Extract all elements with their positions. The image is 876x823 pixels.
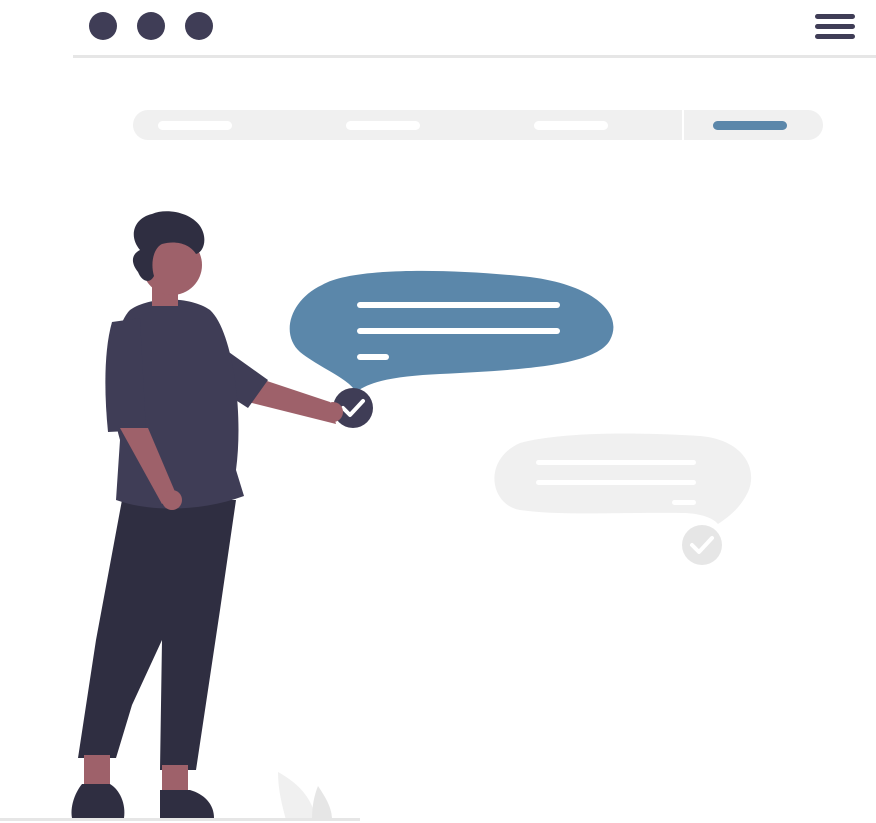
message-line-3 — [357, 354, 389, 360]
window-dot-2[interactable] — [137, 12, 165, 40]
illustration-canvas — [0, 0, 876, 823]
faded-line-3 — [672, 500, 696, 505]
nav-tab-3[interactable] — [534, 121, 608, 130]
nav-tab-1[interactable] — [158, 121, 232, 130]
window-controls — [89, 12, 213, 40]
faded-line-2 — [536, 480, 696, 485]
nav-tab-2[interactable] — [346, 121, 420, 130]
header-divider — [73, 55, 876, 58]
ground-line — [0, 818, 360, 821]
faded-line-1 — [536, 460, 696, 465]
nav-tab-4[interactable] — [713, 121, 787, 130]
hamburger-menu-icon[interactable] — [815, 14, 855, 39]
active-message-bubble[interactable] — [289, 270, 614, 392]
plant-decoration — [278, 772, 332, 820]
message-line-2 — [357, 328, 560, 334]
faded-message-bubble[interactable] — [494, 433, 752, 524]
message-line-1 — [357, 302, 560, 308]
nav-bar — [133, 110, 823, 140]
check-icon — [682, 525, 722, 565]
window-dot-1[interactable] — [89, 12, 117, 40]
window-dot-3[interactable] — [185, 12, 213, 40]
